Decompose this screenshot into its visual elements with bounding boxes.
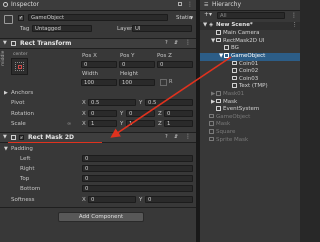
annotation-arrow [110,56,232,138]
